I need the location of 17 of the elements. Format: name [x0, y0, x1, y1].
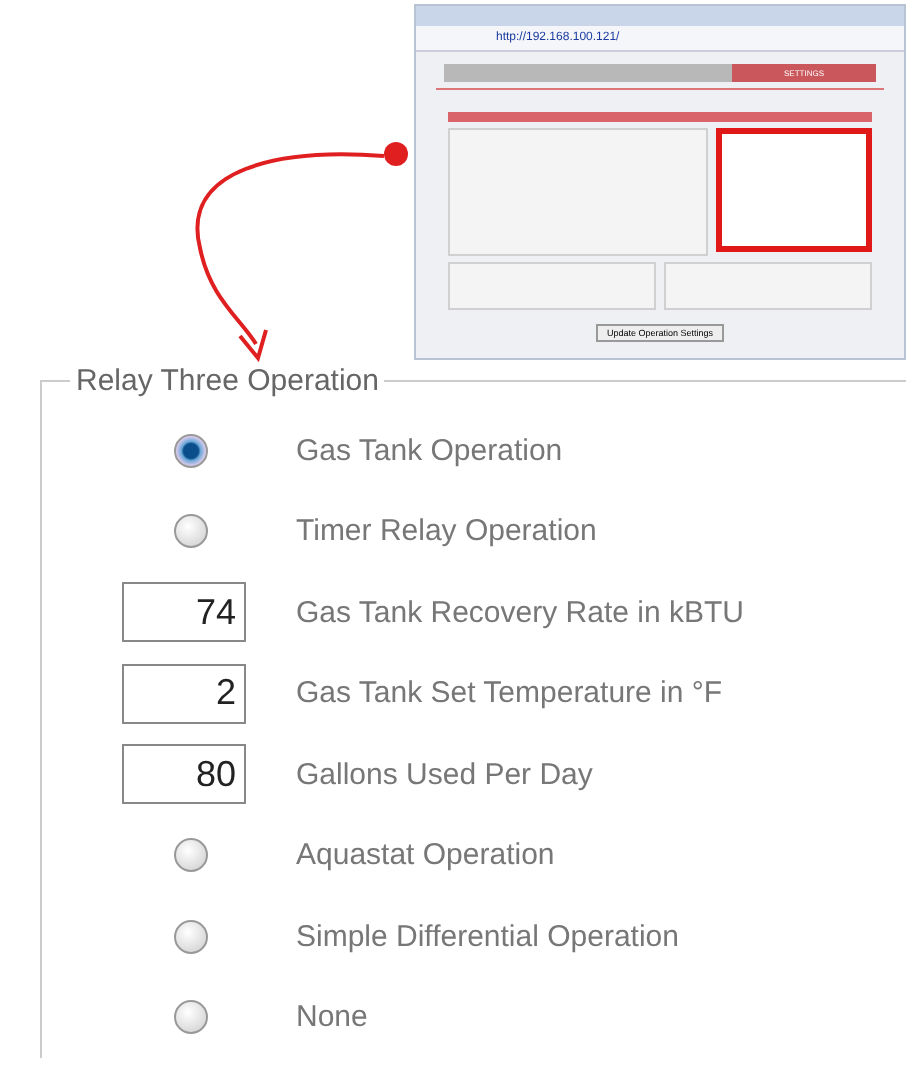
group-title: Relay Three Operation [74, 364, 381, 398]
option-label: None [296, 1000, 368, 1035]
radio-button[interactable] [174, 919, 208, 954]
radio-button[interactable] [174, 433, 208, 468]
option-label: Gas Tank Operation [296, 433, 563, 468]
radio-button[interactable] [174, 514, 208, 549]
option-label: Aquastat Operation [296, 838, 555, 873]
number-field[interactable]: 2 [122, 663, 246, 724]
number-field[interactable]: 74 [122, 582, 246, 643]
option-label: Gallons Used Per Day [296, 757, 593, 792]
radio-button[interactable] [174, 838, 208, 873]
radio-button[interactable] [174, 1000, 208, 1035]
number-field[interactable]: 80 [122, 744, 246, 805]
option-label: Simple Differential Operation [296, 919, 679, 954]
option-label: Gas Tank Set Temperature in °F [296, 676, 723, 711]
option-label: Gas Tank Recovery Rate in kBTU [296, 595, 744, 630]
option-label: Timer Relay Operation [296, 514, 597, 549]
